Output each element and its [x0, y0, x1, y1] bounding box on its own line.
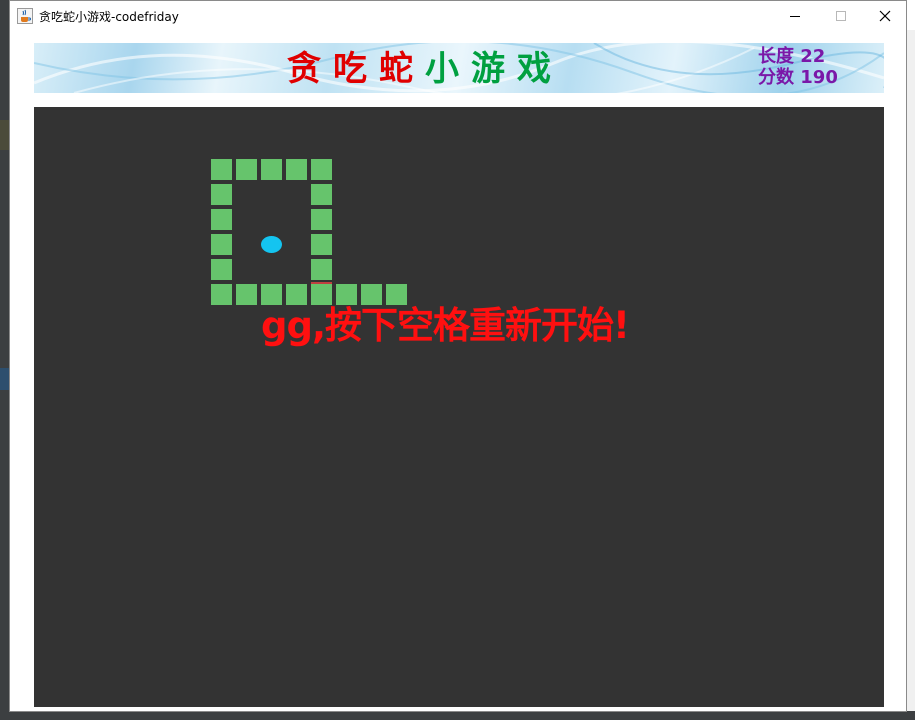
food-dot — [261, 236, 282, 253]
score-panel: 长度 22 分数 190 — [758, 46, 838, 88]
header-banner: 贪吃蛇小游戏 长度 22 分数 190 — [34, 43, 884, 93]
minimize-button[interactable] — [772, 1, 818, 31]
title-char: 蛇 — [379, 49, 425, 89]
background-ide-panel-left — [0, 0, 9, 720]
game-window: 贪吃蛇小游戏-codefriday 贪吃蛇小游戏 长度 22 分数 190 gg… — [9, 0, 907, 712]
minimize-icon — [790, 16, 800, 17]
maximize-icon — [836, 11, 846, 21]
snake-segment — [311, 259, 332, 280]
score-label: 分数 190 — [758, 67, 838, 88]
snake-segment — [311, 159, 332, 180]
snake-segment — [236, 159, 257, 180]
java-cup-icon — [17, 8, 33, 24]
maximize-button[interactable] — [818, 1, 864, 31]
close-icon — [879, 10, 891, 22]
snake-segment — [211, 284, 232, 305]
snake-segment — [311, 184, 332, 205]
window-title: 贪吃蛇小游戏-codefriday — [39, 10, 179, 24]
title-char: 小 — [425, 49, 471, 89]
snake-segment — [236, 284, 257, 305]
title-char: 游 — [471, 49, 517, 89]
snake-head-marker — [311, 282, 332, 284]
snake-segment — [286, 159, 307, 180]
title-char: 吃 — [333, 49, 379, 89]
game-title: 贪吃蛇小游戏 — [287, 49, 563, 89]
background-ide-taskbar — [0, 711, 915, 720]
snake-segment — [211, 159, 232, 180]
game-over-message: gg,按下空格重新开始! — [261, 304, 630, 347]
game-board[interactable]: gg,按下空格重新开始! — [34, 107, 884, 707]
snake-segment — [211, 209, 232, 230]
close-button[interactable] — [862, 1, 908, 31]
title-char: 戏 — [517, 49, 563, 89]
snake-segment — [211, 184, 232, 205]
background-ide-panel-right — [907, 30, 915, 720]
snake-segment — [311, 209, 332, 230]
snake-segment — [211, 234, 232, 255]
snake-segment — [211, 259, 232, 280]
snake-segment — [311, 234, 332, 255]
title-char: 贪 — [287, 49, 333, 89]
snake-segment — [261, 159, 282, 180]
title-bar[interactable]: 贪吃蛇小游戏-codefriday — [10, 1, 906, 31]
length-label: 长度 22 — [758, 46, 826, 67]
